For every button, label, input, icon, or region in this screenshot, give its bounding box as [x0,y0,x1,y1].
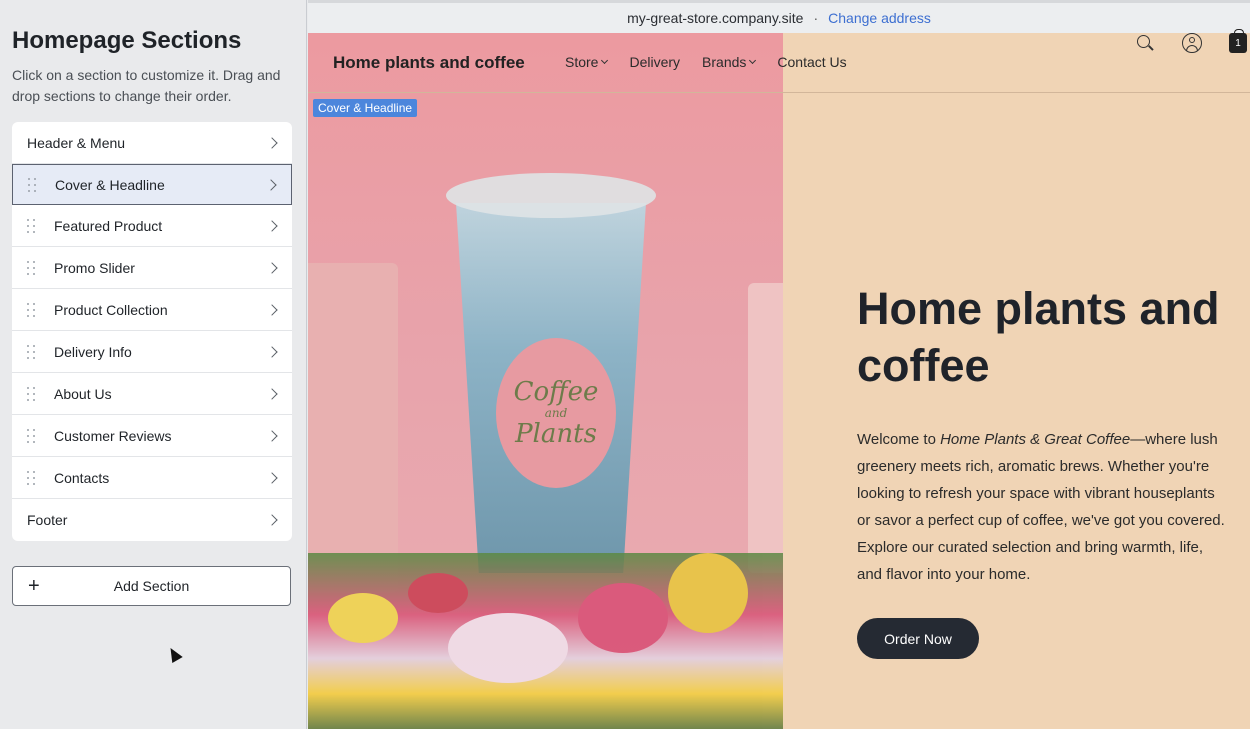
section-item-customer-reviews[interactable]: Customer Reviews [12,415,292,457]
hero-body-prefix: Welcome to [857,431,941,448]
sidebar-title: Homepage Sections [12,27,242,54]
hero-body-suffix: —where lush greenery meets rich, aromati… [857,431,1225,583]
section-tag: Cover & Headline [313,99,418,117]
add-section-button[interactable]: + Add Section [12,566,291,606]
nav-brands[interactable]: Brands [702,54,757,70]
section-item-promo-slider[interactable]: Promo Slider [12,247,292,289]
cup-right-image [748,283,783,573]
account-icon[interactable] [1182,33,1202,53]
section-item-contacts[interactable]: Contacts [12,457,292,499]
add-section-label: Add Section [113,578,190,594]
chevron-right-icon [266,219,278,232]
chevron-right-icon [266,345,278,358]
iced-drink-cup: Coffee and Plants [446,173,656,583]
hero-title: Home plants and coffee [857,283,1220,391]
cup-logo-text-mid: and [544,406,568,420]
nav-delivery-label: Delivery [629,54,681,70]
search-icon[interactable] [1137,35,1155,53]
chevron-right-icon [266,471,278,484]
caret-down-icon [749,56,757,65]
hero-description: Welcome to Home Plants & Great Coffee—wh… [857,426,1227,588]
section-item-footer[interactable]: Footer [12,499,292,541]
sidebar-description: Click on a section to customize it. Drag… [12,67,281,104]
store-header: Home plants and coffee Store Delivery Br… [308,29,1250,93]
section-item-delivery-info[interactable]: Delivery Info [12,331,292,373]
drag-handle-icon[interactable] [27,344,37,359]
address-bar: my-great-store.company.site · Change add… [308,0,1250,33]
caret-down-icon [601,56,609,65]
drag-handle-icon[interactable] [27,260,37,275]
drag-handle-icon[interactable] [27,302,37,317]
chevron-right-icon [266,303,278,316]
cart-count: 1 [1235,37,1241,49]
chevron-right-icon [266,429,278,442]
chevron-right-icon [266,387,278,400]
order-now-button[interactable]: Order Now [857,618,979,659]
chevron-right-icon [265,178,277,191]
nav-store-label: Store [565,54,599,70]
section-item-featured-product[interactable]: Featured Product [12,205,292,247]
mouse-cursor-icon [165,644,183,664]
cup-logo-text-bottom: Plants [515,419,597,449]
chevron-right-icon [266,136,278,149]
sections-sidebar: Homepage Sections Click on a section to … [0,0,307,729]
drag-handle-icon[interactable] [27,428,37,443]
hero-cover-image[interactable]: Cover & Headline Coffee and Plants [308,33,783,729]
section-item-label: Header & Menu [27,134,126,151]
section-item-about-us[interactable]: About Us [12,373,292,415]
cup-logo-text-top: Coffee [513,377,599,407]
section-item-label: Footer [27,512,68,528]
section-item-header-menu[interactable]: Header & Menu [12,122,292,164]
section-item-cover-headline[interactable]: Cover & Headline [12,164,292,205]
nav-brands-label: Brands [702,54,747,70]
section-list: Header & Menu Cover & Headline Featured … [12,122,292,541]
store-url: my-great-store.company.site [627,10,804,26]
flowers-image [308,553,783,729]
drag-handle-icon[interactable] [27,470,37,485]
nav-delivery[interactable]: Delivery [629,54,680,70]
nav-store[interactable]: Store [565,54,609,70]
nav-contact-label: Contact Us [777,54,847,70]
nav-contact-us[interactable]: Contact Us [777,54,846,70]
cart-icon[interactable]: 1 [1229,29,1247,53]
section-item-product-collection[interactable]: Product Collection [12,289,292,331]
cup-left-image [308,263,398,593]
address-separator: · [813,10,819,26]
hero-text-block: Home plants and coffee Welcome to Home P… [857,280,1227,588]
cup-logo: Coffee and Plants [496,338,616,488]
chevron-right-icon [266,514,278,526]
drag-handle-icon[interactable] [28,177,38,192]
chevron-right-icon [266,261,278,274]
store-brand[interactable]: Home plants and coffee [333,53,525,73]
change-address-link[interactable]: Change address [828,10,931,26]
store-nav: Store Delivery Brands Contact Us [565,54,869,70]
store-preview: my-great-store.company.site · Change add… [308,0,1250,729]
hero-body-emphasis: Home Plants & Great Coffee [940,431,1131,448]
drag-handle-icon[interactable] [27,386,37,401]
drag-handle-icon[interactable] [27,218,37,233]
plus-icon: + [28,575,40,597]
